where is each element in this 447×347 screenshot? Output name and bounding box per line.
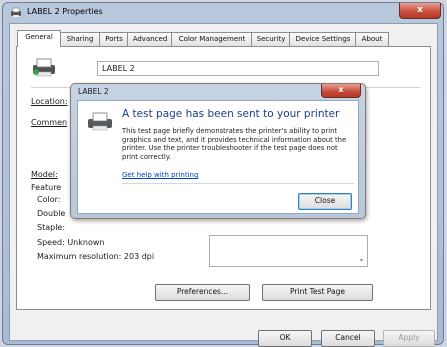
ok-button[interactable]: OK [258, 330, 312, 347]
tab-device-settings[interactable]: Device Settings [289, 32, 357, 46]
dialog-heading: A test page has been sent to your printe… [122, 108, 340, 120]
printer-name-field[interactable]: LABEL 2 [97, 61, 379, 76]
dialog-title: LABEL 2 [78, 87, 109, 96]
preferences-button[interactable]: Preferences... [155, 284, 250, 301]
cancel-button[interactable]: Cancel [321, 330, 375, 347]
double-sided-label: Double [37, 209, 66, 218]
color-label: Color: [37, 195, 61, 204]
window-close-button[interactable]: x [399, 3, 441, 19]
help-link[interactable]: Get help with printing [122, 171, 198, 179]
dialog-body: A test page has been sent to your printe… [77, 100, 359, 214]
printer-icon [11, 7, 21, 17]
title-bar[interactable]: LABEL 2 Properties x [3, 3, 443, 21]
model-label: Model: [31, 170, 58, 179]
tab-advanced[interactable]: Advanced [127, 32, 173, 46]
dialog-close-x-button[interactable]: x [321, 84, 361, 98]
tab-sharing[interactable]: Sharing [59, 32, 101, 46]
dialog-close-button[interactable]: Close [298, 193, 352, 210]
printer-icon [88, 112, 112, 131]
printer-icon [33, 58, 55, 77]
tab-about[interactable]: About [355, 32, 389, 46]
tab-security[interactable]: Security [251, 32, 291, 46]
speed-text: Speed: Unknown [37, 238, 105, 247]
dialog-message: This test page briefly demonstrates the … [122, 127, 347, 161]
window-title: LABEL 2 Properties [27, 7, 103, 16]
paper-available-list[interactable]: ▾ [209, 235, 368, 267]
print-test-page-button[interactable]: Print Test Page [262, 284, 373, 301]
apply-button: Apply [383, 330, 435, 347]
scroll-down-icon[interactable]: ▾ [360, 257, 363, 264]
tab-color-management[interactable]: Color Management [171, 32, 253, 46]
dialog-divider [122, 183, 354, 184]
printer-name-value: LABEL 2 [102, 64, 135, 73]
tab-general[interactable]: General [17, 30, 61, 47]
comment-label: Commen [31, 118, 68, 127]
staple-label: Staple: [37, 223, 66, 232]
max-resolution-text: Maximum resolution: 203 dpi [37, 252, 155, 261]
location-label: Location: [31, 97, 68, 106]
test-page-dialog: LABEL 2 x A test page has been sent to y… [70, 83, 366, 219]
features-label: Feature [31, 183, 62, 192]
tab-ports[interactable]: Ports [99, 32, 129, 46]
